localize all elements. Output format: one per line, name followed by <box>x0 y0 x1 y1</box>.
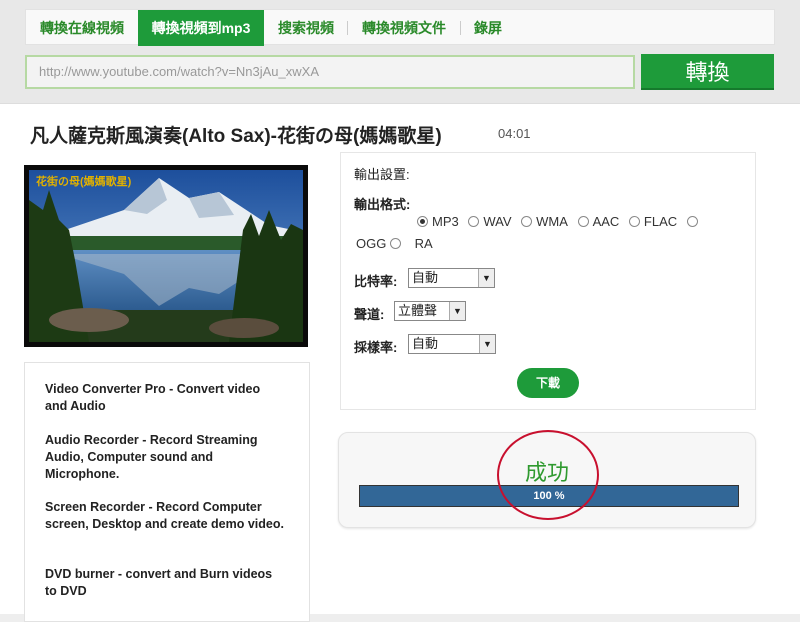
radio-icon <box>577 216 589 227</box>
format-label-ra: RA <box>414 236 433 251</box>
radio-icon <box>417 216 428 227</box>
format-option-mp3[interactable]: MP3 <box>417 214 459 229</box>
format-label-mp3: MP3 <box>432 214 459 229</box>
url-input[interactable]: http://www.youtube.com/watch?v=Nn3jAu_xw… <box>25 55 635 89</box>
output-settings: 輸出設置: 輸出格式: MP3 WAV WMA AAC FLAC OGG RA … <box>340 152 756 410</box>
samplerate-value: 自動 <box>412 336 439 351</box>
radio-icon[interactable] <box>686 216 698 227</box>
samplerate-label: 採樣率: <box>354 340 398 355</box>
format-option-aac[interactable]: AAC <box>577 214 620 229</box>
nav-screen-record[interactable]: 錄屏 <box>462 10 514 46</box>
bitrate-label: 比特率: <box>354 274 398 289</box>
format-option-wma[interactable]: WMA <box>521 214 568 229</box>
channel-select[interactable]: 立體聲 ▼ <box>394 301 466 321</box>
settings-heading: 輸出設置: <box>354 167 410 182</box>
format-label: 輸出格式: <box>354 197 411 212</box>
format-label-wav: WAV <box>483 214 512 229</box>
nav-convert-online-video[interactable]: 轉換在線視頻 <box>26 10 138 46</box>
video-title: 凡人薩克斯風演奏(Alto Sax)-花街の母(媽媽歌星) <box>30 126 442 147</box>
product-audio-recorder[interactable]: Audio Recorder - Record Streaming Audio,… <box>45 432 285 483</box>
nav-convert-to-mp3[interactable]: 轉換視頻到mp3 <box>138 10 264 46</box>
video-thumbnail[interactable]: 花街の母(媽媽歌星) <box>24 165 308 347</box>
format-option-ogg[interactable]: OGG <box>356 236 405 251</box>
main-nav: 轉換在線視頻 轉換視頻到mp3 搜索視頻 轉換視頻文件 錄屏 <box>25 9 775 46</box>
channel-value: 立體聲 <box>398 303 438 318</box>
radio-icon <box>468 216 480 227</box>
chevron-down-icon: ▼ <box>449 302 465 320</box>
product-screen-recorder[interactable]: Screen Recorder - Record Computer screen… <box>45 499 285 533</box>
radio-icon <box>521 216 533 227</box>
chevron-down-icon: ▼ <box>479 335 495 353</box>
format-option-wav[interactable]: WAV <box>468 214 512 229</box>
format-radio-group-row1: MP3 WAV WMA AAC FLAC <box>417 214 702 229</box>
highlight-circle-annotation <box>497 430 599 520</box>
format-option-flac[interactable]: FLAC <box>628 214 678 229</box>
format-label-ogg: OGG <box>356 236 387 251</box>
format-option-ra[interactable]: RA <box>415 236 433 251</box>
convert-button[interactable]: 轉換 <box>641 54 774 90</box>
video-duration: 04:01 <box>498 126 531 141</box>
main-content: 凡人薩克斯風演奏(Alto Sax)-花街の母(媽媽歌星) 04:01 花街の母… <box>0 103 800 622</box>
samplerate-select[interactable]: 自動 ▼ <box>408 334 496 354</box>
landscape-image <box>29 170 303 342</box>
nav-convert-video-file[interactable]: 轉換視頻文件 <box>348 10 460 46</box>
product-video-converter[interactable]: Video Converter Pro - Convert video and … <box>45 381 285 415</box>
radio-icon <box>389 238 401 249</box>
channel-label: 聲道: <box>354 307 385 322</box>
bitrate-select[interactable]: 自動 ▼ <box>408 268 495 288</box>
nav-separator <box>460 21 461 35</box>
format-label-aac: AAC <box>592 214 620 229</box>
download-button[interactable]: 下載 <box>517 368 579 398</box>
bitrate-value: 自動 <box>412 270 439 285</box>
format-radio-group-row2: OGG RA <box>356 236 439 251</box>
format-label-flac: FLAC <box>643 214 678 229</box>
format-label-wma: WMA <box>536 214 568 229</box>
nav-search-video[interactable]: 搜索視頻 <box>266 10 346 46</box>
product-dvd-burner[interactable]: DVD burner - convert and Burn videos to … <box>45 566 285 600</box>
radio-icon <box>628 216 640 227</box>
top-bar: 轉換在線視頻 轉換視頻到mp3 搜索視頻 轉換視頻文件 錄屏 http://ww… <box>0 0 800 103</box>
thumbnail-caption: 花街の母(媽媽歌星) <box>36 176 132 188</box>
chevron-down-icon: ▼ <box>478 269 494 287</box>
product-list: Video Converter Pro - Convert video and … <box>24 362 310 622</box>
